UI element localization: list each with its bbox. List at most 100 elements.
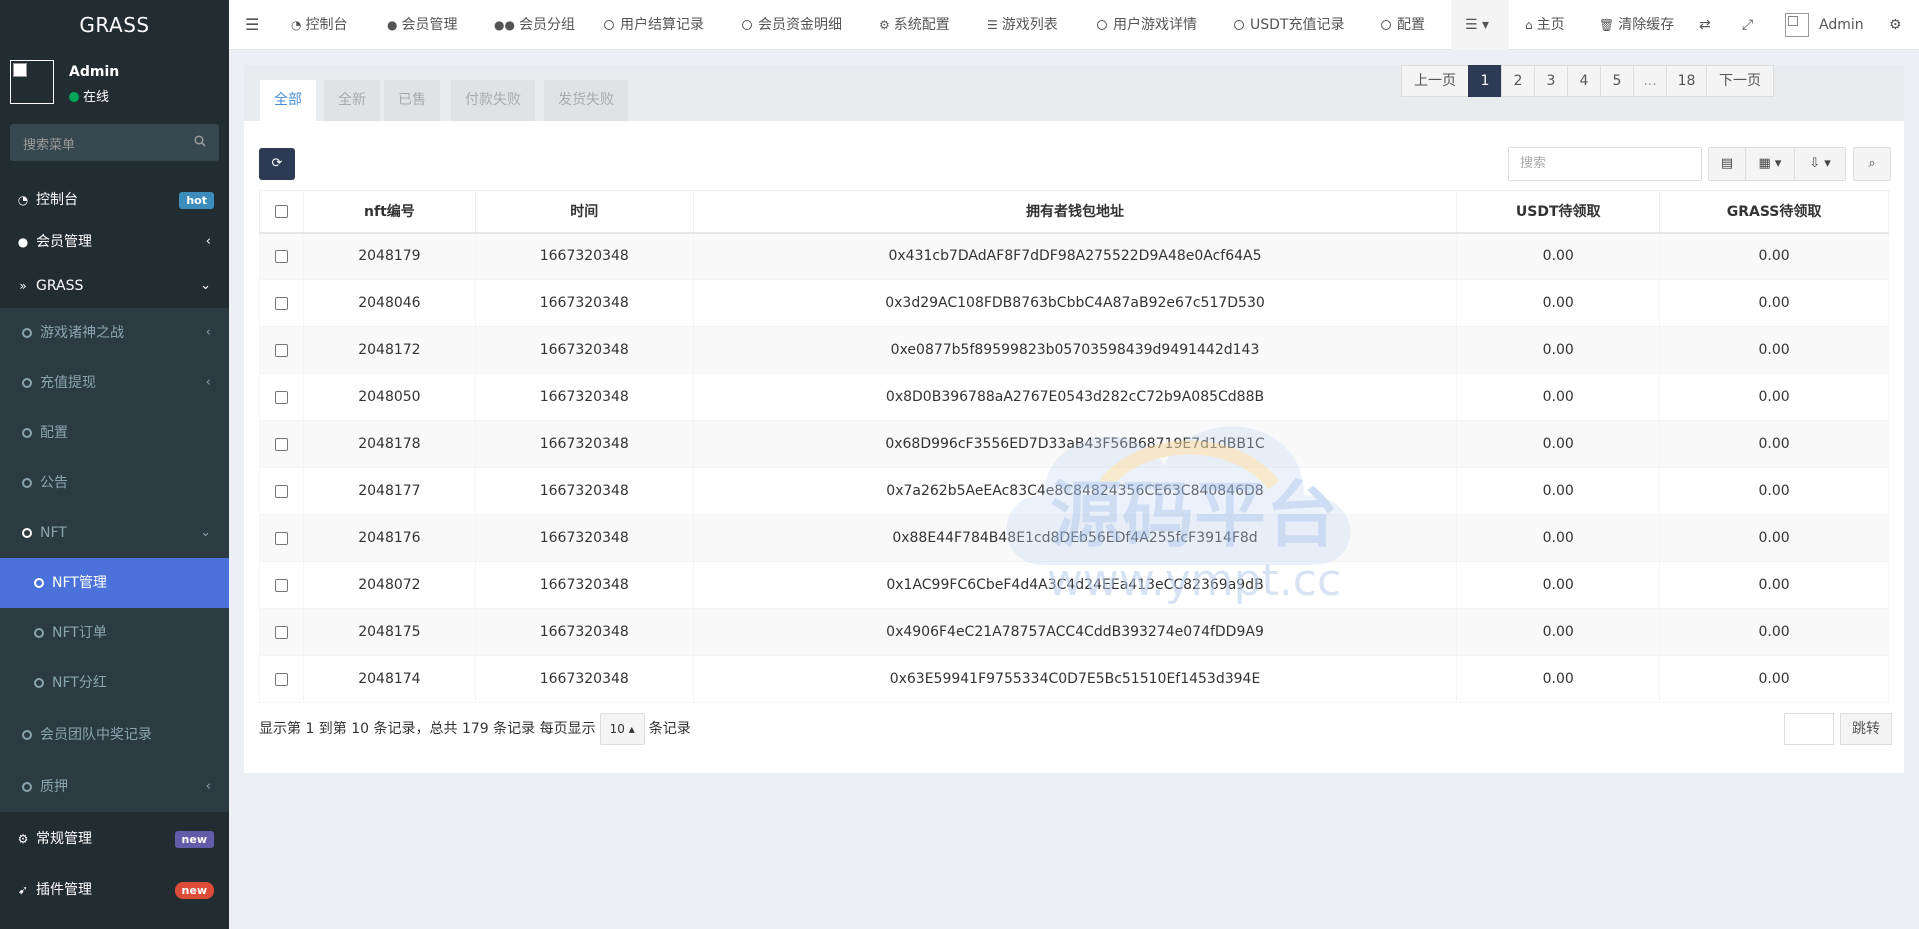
tab-config[interactable]: 配置 <box>1381 0 1425 50</box>
page-button[interactable]: 18 <box>1666 65 1707 97</box>
sidebar-item-grass[interactable]: » GRASS ⌄ <box>0 264 229 308</box>
cell-usdt-pending: 0.00 <box>1456 232 1661 280</box>
row-checkbox[interactable] <box>259 279 304 327</box>
cell-usdt-pending: 0.00 <box>1456 561 1661 609</box>
tab-settlement-records[interactable]: 用户结算记录 <box>604 0 704 50</box>
refresh-button[interactable]: ⟳ <box>259 148 295 180</box>
fullscreen-icon[interactable]: ⤢ <box>1742 0 1753 50</box>
page-button[interactable]: 2 <box>1501 65 1535 97</box>
sidebar-item-plugins[interactable]: ➹ 插件管理 new <box>0 867 229 913</box>
toggle-view-button[interactable]: ▤ <box>1708 147 1746 181</box>
sidebar-item-nft[interactable]: NFT ⌄ <box>0 508 229 558</box>
row-checkbox[interactable] <box>259 467 304 515</box>
tab-fund-details[interactable]: 会员资金明细 <box>742 0 842 50</box>
cell-owner-wallet: 0x4906F4eC21A78757ACC4CddB393274e074fDD9… <box>692 608 1458 656</box>
column-header-usdt-pending[interactable]: USDT待领取 <box>1456 190 1661 234</box>
cell-time: 1667320348 <box>474 655 694 703</box>
search-button[interactable]: ⌕ <box>1853 147 1891 181</box>
sidebar-item-recharge[interactable]: 充值提现 ‹ <box>0 358 229 408</box>
jump-button[interactable]: 跳转 <box>1840 713 1892 745</box>
page-size-select[interactable]: 10 ▴ <box>599 713 645 745</box>
cell-owner-wallet: 0x431cb7DAdAF8F7dDF98A275522D9A48e0Acf64… <box>692 232 1458 280</box>
rocket-icon: ➹ <box>17 883 29 897</box>
table-search-input[interactable]: 搜索 <box>1508 147 1702 181</box>
circle-icon <box>742 20 752 30</box>
row-checkbox[interactable] <box>259 655 304 703</box>
tab-member-groups[interactable]: ●● 会员分组 <box>494 0 575 50</box>
tab-system-config[interactable]: ⚙ 系统配置 <box>879 0 950 50</box>
table-row: 2048072 1667320348 0x1AC99FC6CbeF4d4A3C4d2… <box>259 561 1889 609</box>
tab-all[interactable]: 全部 <box>260 80 316 121</box>
page-button[interactable]: 1 <box>1468 65 1502 97</box>
search-icon: ⌕ <box>1868 156 1876 171</box>
cell-owner-wallet: 0x7a262b5AeEAc83C4e8C84824356CE63C840846… <box>692 467 1458 515</box>
admin-menu[interactable]: Admin <box>1785 0 1864 50</box>
tab-game-list[interactable]: ☰ 游戏列表 <box>987 0 1058 50</box>
cell-time: 1667320348 <box>474 608 694 656</box>
search-icon[interactable] <box>194 135 206 147</box>
cell-owner-wallet: 0x63E59941F9755334C0D7E5Bc51510Ef1453d39… <box>692 655 1458 703</box>
page-ellipsis: ... <box>1633 65 1667 97</box>
home-link[interactable]: ⌂ 主页 <box>1525 0 1565 50</box>
row-checkbox[interactable] <box>259 326 304 374</box>
sidebar-item-nft-dividend[interactable]: NFT分红 <box>0 658 229 708</box>
sidebar-item-nft-orders[interactable]: NFT订单 <box>0 608 229 658</box>
sidebar-item-game[interactable]: 游戏诸神之战 ‹ <box>0 308 229 358</box>
tab-members[interactable]: ● 会员管理 <box>387 0 457 50</box>
page-button[interactable]: 5 <box>1600 65 1634 97</box>
sidebar-item-pledge[interactable]: 质押 ‹ <box>0 762 229 812</box>
sidebar-search-input[interactable]: 搜索菜单 <box>10 124 219 161</box>
column-header-time[interactable]: 时间 <box>474 190 694 234</box>
sidebar-item-nft-manage[interactable]: NFT管理 <box>0 558 229 608</box>
sidebar-item-notice[interactable]: 公告 <box>0 458 229 508</box>
column-header-owner-wallet[interactable]: 拥有者钱包地址 <box>692 190 1458 234</box>
tab-dashboard[interactable]: ◔ 控制台 <box>291 0 347 50</box>
sidebar-item-members[interactable]: ● 会员管理 ‹ <box>0 220 229 264</box>
table-row: 2048046 1667320348 0x3d29AC108FDB8763bCbbC… <box>259 279 1889 327</box>
circle-icon <box>34 628 44 638</box>
next-page-button[interactable]: 下一页 <box>1706 65 1774 97</box>
circle-icon <box>1381 20 1391 30</box>
select-all-checkbox[interactable] <box>259 190 304 234</box>
settings-gear-icon[interactable]: ⚙ <box>1889 0 1902 50</box>
tab-user-game-details[interactable]: 用户游戏详情 <box>1097 0 1197 50</box>
row-checkbox[interactable] <box>259 608 304 656</box>
circle-icon <box>22 428 32 438</box>
nft-table: nft编号 时间 拥有者钱包地址 USDT待领取 GRASS待领取 204817… <box>259 190 1889 703</box>
app-logo[interactable]: GRASS <box>0 0 229 50</box>
prev-page-button[interactable]: 上一页 <box>1401 65 1469 97</box>
row-checkbox[interactable] <box>259 514 304 562</box>
sidebar-item-dashboard[interactable]: ◔ 控制台 hot <box>0 180 229 220</box>
row-checkbox[interactable] <box>259 561 304 609</box>
columns-button[interactable]: ▦ ▾ <box>1745 147 1795 181</box>
export-button[interactable]: ⇩ ▾ <box>1794 147 1846 181</box>
column-header-nft-id[interactable]: nft编号 <box>302 190 476 234</box>
sidebar-item-general[interactable]: ⚙ 常规管理 new <box>0 812 229 867</box>
cell-grass-pending: 0.00 <box>1659 514 1889 562</box>
tab-payment-failed[interactable]: 付款失败 <box>451 80 535 121</box>
translate-icon[interactable]: ⇄ <box>1699 0 1711 50</box>
tab-delivery-failed[interactable]: 发货失败 <box>544 80 628 121</box>
cell-usdt-pending: 0.00 <box>1456 467 1661 515</box>
tab-sold[interactable]: 已售 <box>384 80 440 121</box>
row-checkbox[interactable] <box>259 232 304 280</box>
jump-page-input[interactable] <box>1784 713 1834 745</box>
page-button[interactable]: 3 <box>1534 65 1568 97</box>
sidebar-toggle-icon[interactable]: ☰ <box>245 0 259 50</box>
tab-usdt-recharge[interactable]: USDT充值记录 <box>1234 0 1344 50</box>
tab-new[interactable]: 全新 <box>324 80 380 121</box>
sidebar-item-team-prize[interactable]: 会员团队中奖记录 <box>0 708 229 762</box>
dashboard-icon: ◔ <box>17 193 29 207</box>
row-checkbox[interactable] <box>259 420 304 468</box>
sidebar-menu: ◔ 控制台 hot ● 会员管理 ‹ » GRASS ⌄ 游戏诸神之战 ‹ 充值提现 ‹ … <box>0 180 229 913</box>
clear-cache-button[interactable]: 🗑 清除缓存 <box>1599 0 1674 50</box>
more-tabs-dropdown[interactable]: ☰ ▾ <box>1451 0 1509 50</box>
column-header-grass-pending[interactable]: GRASS待领取 <box>1659 190 1889 234</box>
cell-usdt-pending: 0.00 <box>1456 608 1661 656</box>
cell-grass-pending: 0.00 <box>1659 561 1889 609</box>
sidebar-item-config[interactable]: 配置 <box>0 408 229 458</box>
cell-nft-id: 2048175 <box>302 608 476 656</box>
page-button[interactable]: 4 <box>1567 65 1601 97</box>
cell-grass-pending: 0.00 <box>1659 373 1889 421</box>
row-checkbox[interactable] <box>259 373 304 421</box>
